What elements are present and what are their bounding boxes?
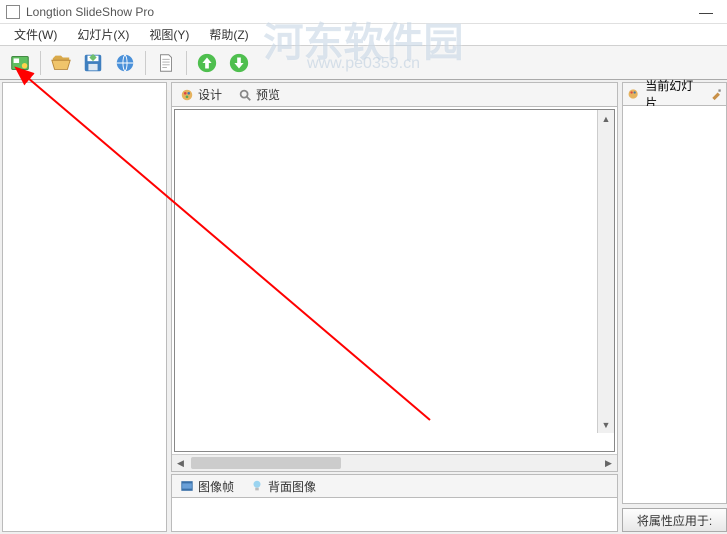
app-icon bbox=[6, 5, 20, 19]
scroll-thumb[interactable] bbox=[191, 457, 341, 469]
paint-icon bbox=[180, 88, 194, 102]
scroll-left-icon[interactable]: ◀ bbox=[172, 455, 189, 471]
vertical-scrollbar[interactable]: ▲ ▼ bbox=[597, 110, 614, 433]
minimize-button[interactable]: — bbox=[691, 1, 721, 23]
window-title: Longtion SlideShow Pro bbox=[26, 5, 691, 19]
bulb-icon bbox=[250, 479, 264, 493]
tab-image-frame-label: 图像帧 bbox=[198, 478, 234, 495]
left-panel bbox=[2, 82, 167, 532]
document-button[interactable] bbox=[152, 49, 180, 77]
tab-design[interactable]: 设计 bbox=[172, 84, 230, 105]
right-panel: 当前幻灯片 将属性应用于: bbox=[622, 82, 727, 532]
tab-back-image[interactable]: 背面图像 bbox=[242, 476, 324, 497]
menu-slide[interactable]: 幻灯片(X) bbox=[67, 24, 139, 45]
tab-preview-label: 预览 bbox=[256, 86, 280, 103]
apply-properties-button[interactable]: 将属性应用于: bbox=[622, 508, 727, 532]
horizontal-scrollbar[interactable]: ◀ ▶ bbox=[172, 454, 617, 471]
menu-help[interactable]: 帮助(Z) bbox=[199, 24, 258, 45]
export-button[interactable] bbox=[111, 49, 139, 77]
paint-icon bbox=[627, 87, 639, 101]
tab-design-label: 设计 bbox=[198, 86, 222, 103]
frame-strip bbox=[171, 498, 618, 532]
scroll-up-icon[interactable]: ▲ bbox=[598, 110, 614, 127]
slide-properties bbox=[622, 106, 727, 504]
center-tabs: 设计 预览 bbox=[171, 82, 618, 106]
film-icon bbox=[180, 479, 194, 493]
menubar: 文件(W) 幻灯片(X) 视图(Y) 帮助(Z) bbox=[0, 24, 727, 46]
tab-image-frame[interactable]: 图像帧 bbox=[172, 476, 242, 497]
bottom-tabs: 图像帧 背面图像 bbox=[171, 474, 618, 498]
canvas-area: ▲ ▼ ◀ ▶ bbox=[171, 106, 618, 472]
menu-view[interactable]: 视图(Y) bbox=[139, 24, 199, 45]
tool-icon[interactable] bbox=[710, 87, 722, 101]
right-panel-header: 当前幻灯片 bbox=[622, 82, 727, 106]
titlebar: Longtion SlideShow Pro — bbox=[0, 0, 727, 24]
magnifier-icon bbox=[238, 88, 252, 102]
save-button[interactable] bbox=[79, 49, 107, 77]
open-button[interactable] bbox=[47, 49, 75, 77]
canvas[interactable]: ▲ ▼ bbox=[174, 109, 615, 452]
scroll-right-icon[interactable]: ▶ bbox=[600, 455, 617, 471]
new-slideshow-button[interactable] bbox=[6, 49, 34, 77]
arrow-up-button[interactable] bbox=[193, 49, 221, 77]
center-column: 设计 预览 ▲ ▼ ◀ ▶ 图像帧 bbox=[171, 82, 618, 532]
scroll-down-icon[interactable]: ▼ bbox=[598, 416, 614, 433]
toolbar bbox=[0, 46, 727, 80]
arrow-down-button[interactable] bbox=[225, 49, 253, 77]
menu-file[interactable]: 文件(W) bbox=[4, 24, 67, 45]
tab-preview[interactable]: 预览 bbox=[230, 84, 288, 105]
tab-back-image-label: 背面图像 bbox=[268, 478, 316, 495]
workspace: 设计 预览 ▲ ▼ ◀ ▶ 图像帧 bbox=[0, 80, 727, 534]
